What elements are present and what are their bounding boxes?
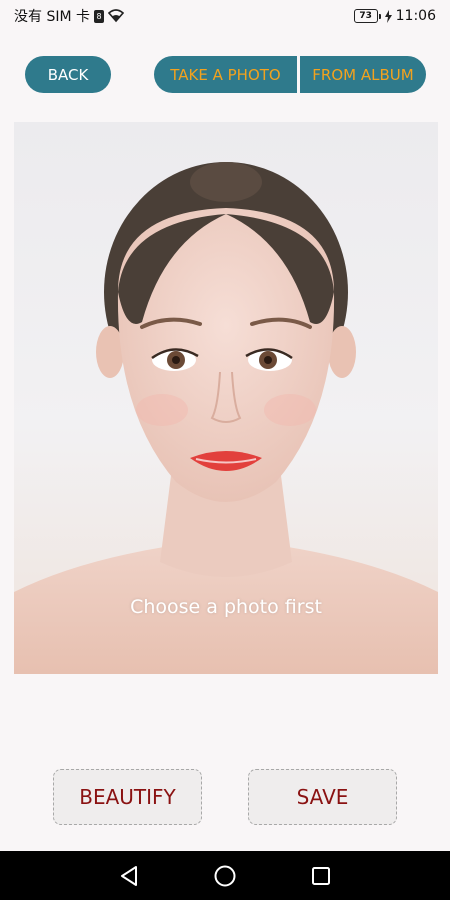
circle-home-icon[interactable] (212, 863, 238, 889)
status-right: 73 11:06 (353, 8, 436, 24)
triangle-back-icon[interactable] (116, 863, 142, 889)
sim-icon: 8 (94, 9, 104, 23)
photo-caption: Choose a photo first (130, 596, 322, 618)
photo-preview[interactable]: Choose a photo first (14, 122, 438, 674)
wifi-icon (108, 9, 124, 23)
take-photo-button[interactable]: TAKE A PHOTO (154, 56, 297, 93)
status-bar: 没有 SIM 卡 8 73 11:06 (0, 0, 450, 32)
battery-icon: 73 (353, 9, 381, 23)
clock: 11:06 (395, 8, 436, 24)
from-album-button[interactable]: FROM ALBUM (300, 56, 426, 93)
square-recents-icon[interactable] (308, 863, 334, 889)
charging-icon (384, 9, 392, 23)
carrier-text: 没有 SIM 卡 (14, 9, 90, 25)
status-left: 没有 SIM 卡 8 (14, 6, 124, 26)
battery-level: 73 (353, 9, 378, 23)
screen: 没有 SIM 卡 8 73 11:06 BACK TAKE A PHOTO FR… (0, 0, 450, 900)
portrait-image (14, 162, 438, 674)
beautify-button[interactable]: BEAUTIFY (53, 769, 202, 825)
back-button[interactable]: BACK (25, 56, 111, 93)
save-button[interactable]: SAVE (248, 769, 397, 825)
navigation-bar (0, 851, 450, 900)
